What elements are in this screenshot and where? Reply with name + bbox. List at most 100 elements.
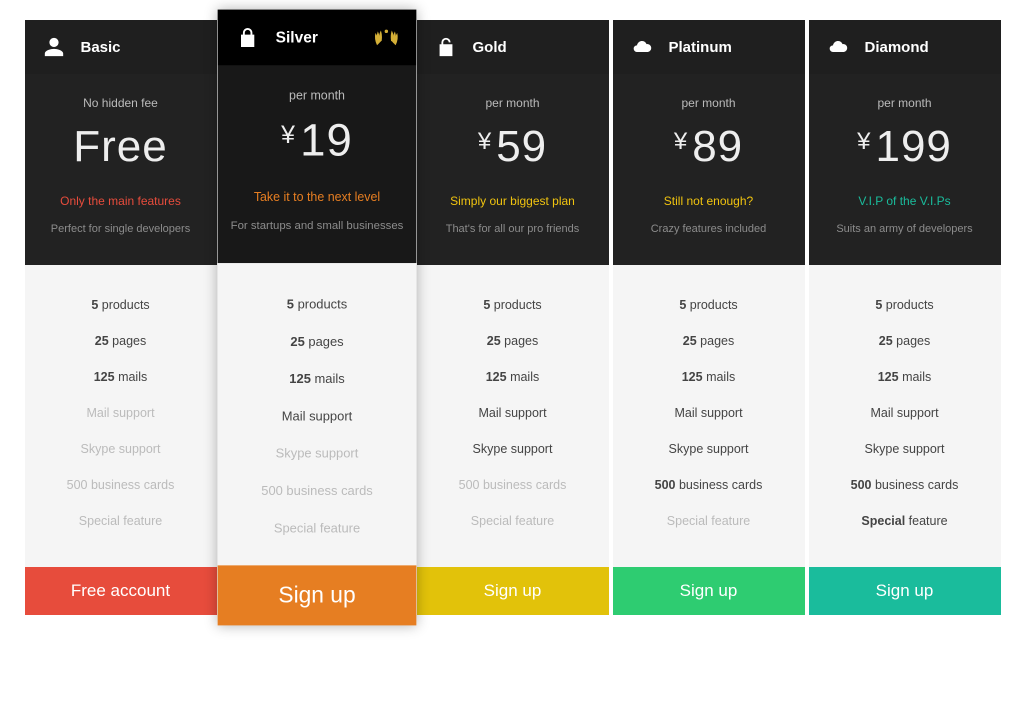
pricing-table: BasicNo hidden feeFreeOnly the main feat…: [10, 20, 1015, 615]
price-period: per month: [429, 96, 597, 110]
plan-header: Diamond: [809, 20, 1001, 74]
feature-bold: 25: [95, 334, 109, 348]
feature-text: Mail support: [674, 406, 742, 420]
price-amount: ¥59: [429, 122, 597, 172]
price-value: 59: [496, 122, 547, 171]
plan-price-box: per month¥19Take it to the next levelFor…: [217, 65, 416, 263]
price-period: per month: [230, 88, 404, 102]
currency-symbol: ¥: [281, 121, 296, 149]
plan-title: Silver: [275, 29, 317, 47]
feature-row: Skype support: [227, 435, 405, 472]
feature-row: Mail support: [819, 395, 991, 431]
price-period: per month: [625, 96, 793, 110]
price-subtag: For startups and small businesses: [230, 219, 404, 235]
feature-text: Special feature: [471, 514, 554, 528]
price-subtag: Crazy features included: [625, 222, 793, 237]
feature-row: 5 products: [35, 287, 207, 323]
plan-features: 5 products25 pages125 mailsMail supportS…: [417, 265, 609, 567]
feature-row: 25 pages: [623, 323, 795, 359]
price-value: 199: [875, 122, 951, 171]
price-subtag: Suits an army of developers: [821, 222, 989, 237]
feature-text: Skype support: [81, 442, 161, 456]
plan-header: Basic: [25, 20, 217, 74]
plan-title: Gold: [473, 39, 507, 56]
feature-text: products: [293, 298, 346, 312]
feature-text: products: [490, 298, 541, 312]
feature-row: Mail support: [35, 395, 207, 431]
plan-platinum: Platinumper month¥89Still not enough?Cra…: [613, 20, 805, 615]
feature-row: 5 products: [427, 287, 599, 323]
feature-row: 125 mails: [819, 359, 991, 395]
price-tagline: Still not enough?: [625, 194, 793, 208]
feature-row: 500 business cards: [819, 467, 991, 503]
feature-bold: 5: [286, 298, 293, 312]
price-subtag: That's for all our pro friends: [429, 222, 597, 237]
feature-text: Special feature: [79, 514, 162, 528]
feature-row: Special feature: [35, 503, 207, 539]
plan-title: Platinum: [669, 39, 732, 56]
feature-row: 25 pages: [35, 323, 207, 359]
feature-row: 25 pages: [819, 323, 991, 359]
feature-bold: 25: [683, 334, 697, 348]
plan-price-box: per month¥59Simply our biggest planThat'…: [417, 74, 609, 265]
feature-row: 5 products: [623, 287, 795, 323]
currency-symbol: ¥: [674, 128, 688, 155]
feature-row: Mail support: [427, 395, 599, 431]
feature-text: feature: [905, 514, 947, 528]
feature-bold: 125: [486, 370, 507, 384]
plan-gold: Goldper month¥59Simply our biggest planT…: [417, 20, 609, 615]
feature-row: 125 mails: [623, 359, 795, 395]
feature-text: 500 business cards: [67, 478, 175, 492]
feature-text: 500 business cards: [261, 484, 372, 498]
feature-text: business cards: [872, 478, 959, 492]
feature-bold: 125: [94, 370, 115, 384]
price-period: No hidden fee: [37, 96, 205, 110]
feature-row: Special feature: [623, 503, 795, 539]
feature-text: Mail support: [870, 406, 938, 420]
plan-features: 5 products25 pages125 mailsMail supportS…: [25, 265, 217, 567]
feature-text: 500 business cards: [459, 478, 567, 492]
feature-text: products: [686, 298, 737, 312]
price-tagline: V.I.P of the V.I.Ps: [821, 194, 989, 208]
feature-text: Mail support: [478, 406, 546, 420]
feature-row: 500 business cards: [623, 467, 795, 503]
feature-text: Skype support: [669, 442, 749, 456]
feature-row: 125 mails: [227, 361, 405, 398]
feature-text: mails: [310, 372, 344, 386]
price-period: per month: [821, 96, 989, 110]
feature-bold: 25: [290, 335, 304, 349]
plan-silver: Silverper month¥19Take it to the next le…: [217, 10, 416, 626]
plan-basic: BasicNo hidden feeFreeOnly the main feat…: [25, 20, 217, 615]
price-value: Free: [73, 122, 167, 171]
feature-row: Skype support: [35, 431, 207, 467]
feature-row: 500 business cards: [227, 473, 405, 510]
signup-button[interactable]: Sign up: [809, 567, 1001, 615]
price-amount: Free: [37, 122, 205, 172]
plan-title: Diamond: [865, 39, 929, 56]
price-tagline: Take it to the next level: [230, 190, 404, 204]
cloud-icon: [825, 34, 851, 60]
laurel-icon: [370, 26, 401, 49]
feature-bold: 500: [851, 478, 872, 492]
feature-row: 125 mails: [427, 359, 599, 395]
feature-row: Skype support: [427, 431, 599, 467]
plan-header: Silver: [217, 10, 416, 66]
signup-button[interactable]: Sign up: [217, 566, 416, 626]
feature-row: 125 mails: [35, 359, 207, 395]
plan-features: 5 products25 pages125 mailsMail supportS…: [217, 264, 416, 566]
cloud-icon: [629, 34, 655, 60]
signup-button[interactable]: Sign up: [417, 567, 609, 615]
plan-features: 5 products25 pages125 mailsMail supportS…: [809, 265, 1001, 567]
feature-row: 25 pages: [227, 324, 405, 361]
feature-bold: 25: [879, 334, 893, 348]
feature-row: Mail support: [623, 395, 795, 431]
feature-text: mails: [507, 370, 540, 384]
signup-button[interactable]: Free account: [25, 567, 217, 615]
feature-text: Special feature: [273, 521, 359, 535]
feature-text: mails: [115, 370, 148, 384]
plan-diamond: Diamondper month¥199V.I.P of the V.I.PsS…: [809, 20, 1001, 615]
signup-button[interactable]: Sign up: [613, 567, 805, 615]
feature-row: 5 products: [819, 287, 991, 323]
plan-header: Gold: [417, 20, 609, 74]
feature-bold: 125: [878, 370, 899, 384]
